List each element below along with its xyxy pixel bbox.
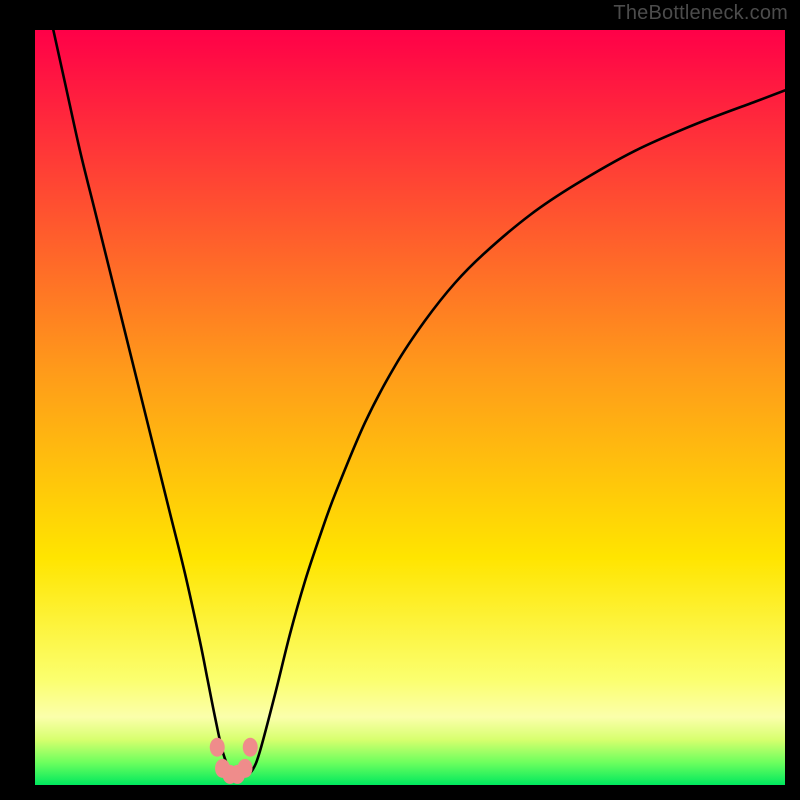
watermark-text: TheBottleneck.com [613, 2, 788, 25]
chart-frame: { "watermark": "TheBottleneck.com", "col… [0, 0, 800, 800]
gradient-background [35, 30, 785, 785]
curve-marker [238, 759, 253, 778]
curve-marker [210, 738, 225, 757]
curve-marker [243, 738, 258, 757]
bottleneck-chart [35, 30, 785, 785]
